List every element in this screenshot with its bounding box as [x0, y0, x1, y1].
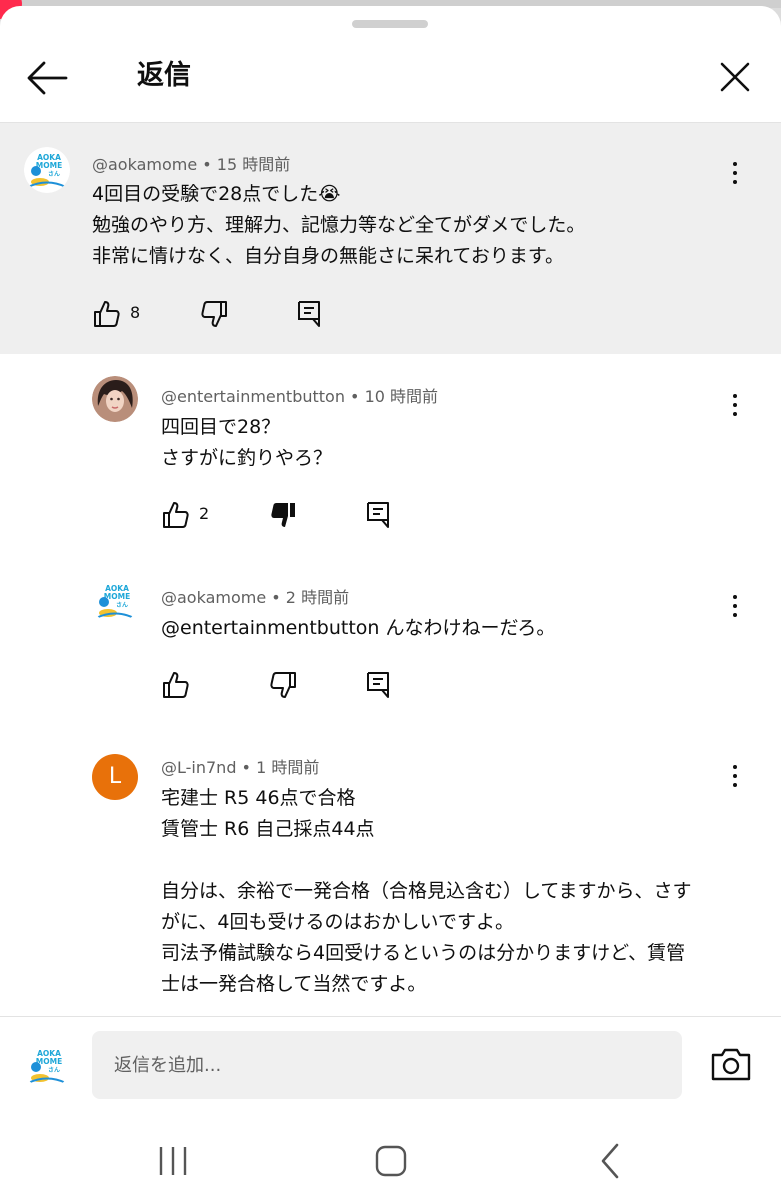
- page-title: 返信: [137, 60, 191, 91]
- comment-line: 四回目で28？: [161, 416, 281, 438]
- reply-input[interactable]: [92, 1031, 682, 1099]
- more-vert-icon: [733, 394, 737, 398]
- reply-comment-icon: [367, 672, 389, 698]
- camera-button[interactable]: [710, 1045, 752, 1085]
- like-button[interactable]: 8: [92, 295, 152, 335]
- reply-button[interactable]: [364, 496, 394, 536]
- comment-time[interactable]: 1 時間前: [256, 758, 319, 777]
- sheet-header: 返信: [0, 42, 781, 123]
- comment-text: 四回目で28？ さすがに釣りやろ？: [161, 412, 332, 474]
- thumb-down-icon: [270, 672, 296, 698]
- meta-separator: •: [344, 387, 365, 406]
- dislike-button-active[interactable]: [268, 496, 300, 536]
- back-button[interactable]: [22, 58, 72, 98]
- comment-line: 自分は、余裕で一発合格（合格見込含む）してますから、さす: [161, 880, 692, 902]
- camera-icon: [711, 1048, 751, 1081]
- comment-parent: AOKA MOME さん @aokamome • 15 時間前 4回目の受験で2…: [0, 123, 781, 354]
- comment-line: 宅建士 R5 46点で合格: [161, 787, 356, 809]
- reply-comment: L @L-in7nd • 1 時間前 宅建士 R5 46点で合格 賃管士 R6 …: [0, 734, 781, 1016]
- like-button[interactable]: [161, 666, 193, 706]
- arrow-left-icon: [27, 61, 68, 95]
- avatar-aokamome[interactable]: AOKA MOME さん: [24, 147, 70, 193]
- channel-logo: AOKA MOME さん: [24, 1043, 70, 1089]
- comment-line: さすがに釣りやろ？: [161, 447, 333, 469]
- avatar-l-in7nd[interactable]: L: [92, 754, 138, 800]
- comment-line: 賃管士 R6 自己採点44点: [161, 818, 375, 840]
- comment-author[interactable]: @entertainmentbutton: [161, 387, 345, 406]
- comment-line: 勉強のやり方、理解力、記憶力等など全てがダメでした。: [92, 214, 586, 236]
- more-button[interactable]: [723, 592, 747, 622]
- recents-icon: [159, 1147, 187, 1175]
- logo-line-3: さん: [48, 1067, 60, 1074]
- more-vert-icon: [733, 595, 737, 599]
- comment-line: がに、4回も受けるのはおかしいですよ。: [161, 911, 514, 933]
- reply-comment: AOKA MOME さん @aokamome • 2 時間前 @entertai…: [0, 554, 781, 734]
- like-button[interactable]: 2: [161, 496, 221, 536]
- system-navigation-bar: [0, 1116, 781, 1200]
- comment-line: 非常に情けなく、自分自身の無能さに呆れております。: [92, 245, 564, 267]
- reply-comment: @entertainmentbutton • 10 時間前 四回目で28？ さす…: [0, 354, 781, 554]
- channel-logo: AOKA MOME さん: [92, 578, 138, 624]
- comment-text: @entertainmentbutton んなわけねーだろ。: [161, 613, 555, 644]
- my-avatar: AOKA MOME さん: [24, 1043, 70, 1089]
- comment-line: 4回目の受験で28点でした😭: [92, 183, 341, 205]
- nav-back-button[interactable]: [590, 1141, 630, 1181]
- home-icon: [375, 1145, 407, 1177]
- avatar-letter: L: [108, 764, 122, 789]
- thumb-down-filled-icon: [271, 503, 295, 527]
- like-count: 2: [199, 504, 210, 523]
- more-vert-icon: [733, 162, 737, 166]
- replies-sheet: 返信 AOKA MOME さん @aokamome • 15 時間前 4回目の受…: [0, 6, 781, 1200]
- reply-button[interactable]: [295, 295, 325, 335]
- comment-time[interactable]: 15 時間前: [217, 155, 290, 174]
- meta-separator: •: [197, 155, 217, 174]
- more-button[interactable]: [723, 159, 747, 189]
- comment-line: [161, 845, 691, 876]
- more-vert-icon: [733, 765, 737, 769]
- close-icon: [720, 62, 750, 92]
- logo-line-3: さん: [116, 602, 128, 609]
- dislike-button[interactable]: [268, 666, 300, 706]
- comment-actions: 2: [161, 496, 421, 536]
- like-count: 8: [130, 303, 141, 322]
- comment-actions: 8: [92, 295, 352, 335]
- nav-back-icon: [601, 1143, 619, 1179]
- recents-button[interactable]: [153, 1141, 193, 1181]
- comment-author[interactable]: @L-in7nd: [161, 758, 236, 777]
- comment-actions: [161, 666, 421, 706]
- home-button[interactable]: [371, 1141, 411, 1181]
- thumb-down-icon: [201, 301, 227, 327]
- thumb-up-icon: [94, 301, 120, 327]
- reply-compose-bar: AOKA MOME さん: [0, 1016, 781, 1117]
- comment-line: 司法予備試験なら4回受けるというのは分かりますけど、賃管: [161, 942, 686, 964]
- comment-text: 宅建士 R5 46点で合格 賃管士 R6 自己採点44点 自分は、余裕で一発合格…: [161, 783, 691, 1000]
- comment-author[interactable]: @aokamome: [161, 588, 266, 607]
- profile-photo: [92, 376, 138, 422]
- comment-text: 4回目の受験で28点でした😭 勉強のやり方、理解力、記憶力等など全てがダメでした…: [92, 179, 585, 272]
- comment-time[interactable]: 2 時間前: [286, 588, 349, 607]
- meta-separator: •: [266, 588, 286, 607]
- drag-handle[interactable]: [352, 20, 428, 28]
- comment-author[interactable]: @aokamome: [92, 155, 197, 174]
- more-button[interactable]: [723, 391, 747, 421]
- comment-line: 士は一発合格して当然ですよ。: [161, 973, 427, 995]
- comment-line: @entertainmentbutton んなわけねーだろ。: [161, 617, 556, 639]
- close-button[interactable]: [712, 56, 758, 100]
- meta-separator: •: [236, 758, 257, 777]
- reply-comment-icon: [298, 301, 320, 327]
- avatar-aokamome[interactable]: AOKA MOME さん: [92, 578, 138, 624]
- reply-comment-icon: [367, 502, 389, 528]
- avatar-entertainmentbutton[interactable]: [92, 376, 138, 422]
- reply-button[interactable]: [364, 666, 394, 706]
- comment-time[interactable]: 10 時間前: [365, 387, 438, 406]
- channel-logo: AOKA MOME さん: [24, 147, 70, 193]
- more-button[interactable]: [723, 762, 747, 792]
- thumb-up-icon: [163, 502, 189, 528]
- thumb-up-icon: [163, 672, 189, 698]
- dislike-button[interactable]: [199, 295, 231, 335]
- logo-line-3: さん: [48, 171, 60, 178]
